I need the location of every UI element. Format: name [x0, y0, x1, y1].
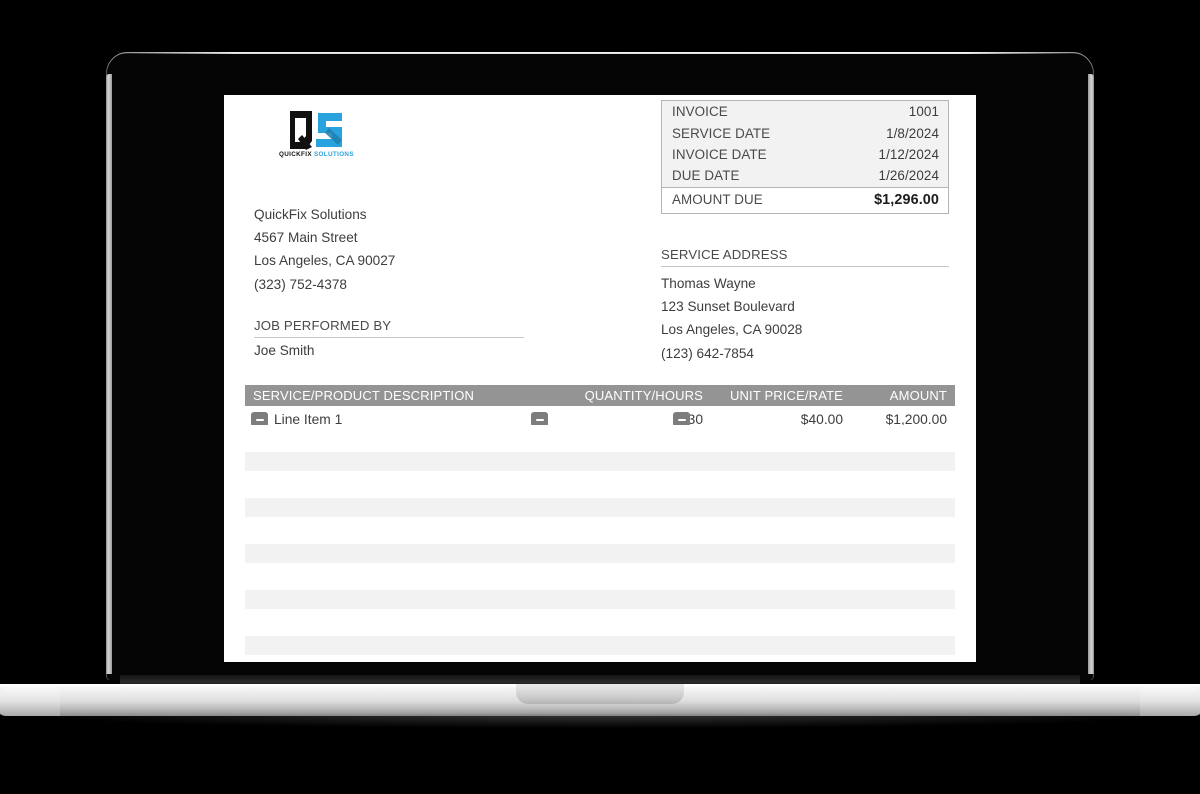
- laptop-lid-top-highlight: [118, 52, 1082, 54]
- logo-wordmark: QUICKFIX SOLUTIONS: [279, 151, 354, 158]
- company-logo: QUICKFIX SOLUTIONS: [278, 109, 354, 165]
- column-header-quantity: QUANTITY/HOURS: [584, 388, 703, 403]
- due-date-label: DUE DATE: [672, 168, 740, 184]
- laptop-lid-right-edge: [1088, 74, 1094, 674]
- service-address-block: SERVICE ADDRESS Thomas Wayne 123 Sunset …: [661, 247, 949, 365]
- empty-row[interactable]: [245, 636, 955, 655]
- laptop-drop-shadow: [20, 714, 1180, 728]
- logo-wordmark-solutions: SOLUTIONS: [314, 151, 354, 158]
- invoice-date-value: 1/12/2024: [878, 146, 939, 162]
- invoice-date-row: INVOICE DATE 1/12/2024: [662, 144, 948, 165]
- company-street: 4567 Main Street: [254, 230, 358, 246]
- invoice-date-label: INVOICE DATE: [672, 146, 767, 162]
- due-date-value: 1/26/2024: [878, 168, 939, 184]
- service-city-state-zip: Los Angeles, CA 90028: [661, 322, 803, 338]
- company-city-state-zip: Los Angeles, CA 90027: [254, 253, 396, 269]
- laptop-base-notch: [516, 684, 684, 704]
- service-date-value: 1/8/2024: [886, 125, 939, 141]
- job-performed-by-value: Joe Smith: [254, 343, 315, 358]
- invoice-document: QUICKFIX SOLUTIONS QuickFix Solutions 45…: [224, 95, 976, 662]
- due-date-row: DUE DATE 1/26/2024: [662, 165, 948, 186]
- service-date-label: SERVICE DATE: [672, 125, 771, 141]
- column-header-description: SERVICE/PRODUCT DESCRIPTION: [253, 388, 474, 403]
- job-performed-by-label: JOB PERFORMED BY: [254, 318, 524, 338]
- empty-row-gap: [245, 609, 955, 636]
- invoice-number-label: INVOICE: [672, 104, 728, 120]
- amount-due-value: $1,296.00: [874, 192, 939, 208]
- column-header-amount: AMOUNT: [889, 388, 947, 403]
- invoice-info-box: INVOICE 1001 SERVICE DATE 1/8/2024 INVOI…: [661, 100, 949, 214]
- empty-row[interactable]: [245, 590, 955, 609]
- laptop-lid-left-edge: [106, 74, 112, 674]
- scene: QUICKFIX SOLUTIONS QuickFix Solutions 45…: [0, 0, 1200, 794]
- invoice-number-row: INVOICE 1001: [662, 101, 948, 122]
- service-address-lines: Thomas Wayne 123 Sunset Boulevard Los An…: [661, 267, 949, 365]
- table-header-row: SERVICE/PRODUCT DESCRIPTION QUANTITY/HOU…: [245, 385, 955, 406]
- service-phone: (123) 642-7854: [661, 345, 754, 361]
- laptop-screen: QUICKFIX SOLUTIONS QuickFix Solutions 45…: [224, 95, 976, 662]
- empty-row-gap: [245, 517, 955, 544]
- job-performed-by-block: JOB PERFORMED BY Joe Smith: [254, 318, 524, 358]
- company-name: QuickFix Solutions: [254, 207, 367, 222]
- company-phone: (323) 752-4378: [254, 276, 347, 292]
- column-header-unit-price: UNIT PRICE/RATE: [729, 388, 843, 403]
- empty-row[interactable]: [245, 544, 955, 563]
- amount-due-row: AMOUNT DUE $1,296.00: [662, 186, 948, 213]
- empty-row-gap: [245, 425, 955, 452]
- laptop-base-right-cap: [1140, 686, 1200, 716]
- empty-row-gap: [245, 563, 955, 590]
- service-customer-name: Thomas Wayne: [661, 276, 756, 291]
- service-address-label: SERVICE ADDRESS: [661, 247, 949, 267]
- company-address-block: QuickFix Solutions 4567 Main Street Los …: [254, 203, 554, 296]
- service-date-row: SERVICE DATE 1/8/2024: [662, 122, 948, 143]
- invoice-number-value: 1001: [908, 104, 939, 120]
- empty-row[interactable]: [245, 498, 955, 517]
- quickfix-solutions-logo-icon: [290, 111, 342, 150]
- empty-rows-group: [245, 425, 955, 655]
- empty-row[interactable]: [245, 452, 955, 471]
- service-street: 123 Sunset Boulevard: [661, 299, 795, 315]
- logo-wordmark-quickfix: QUICKFIX: [279, 151, 312, 158]
- laptop-base-left-cap: [0, 686, 60, 716]
- empty-row-gap: [245, 471, 955, 498]
- amount-due-label: AMOUNT DUE: [672, 192, 763, 207]
